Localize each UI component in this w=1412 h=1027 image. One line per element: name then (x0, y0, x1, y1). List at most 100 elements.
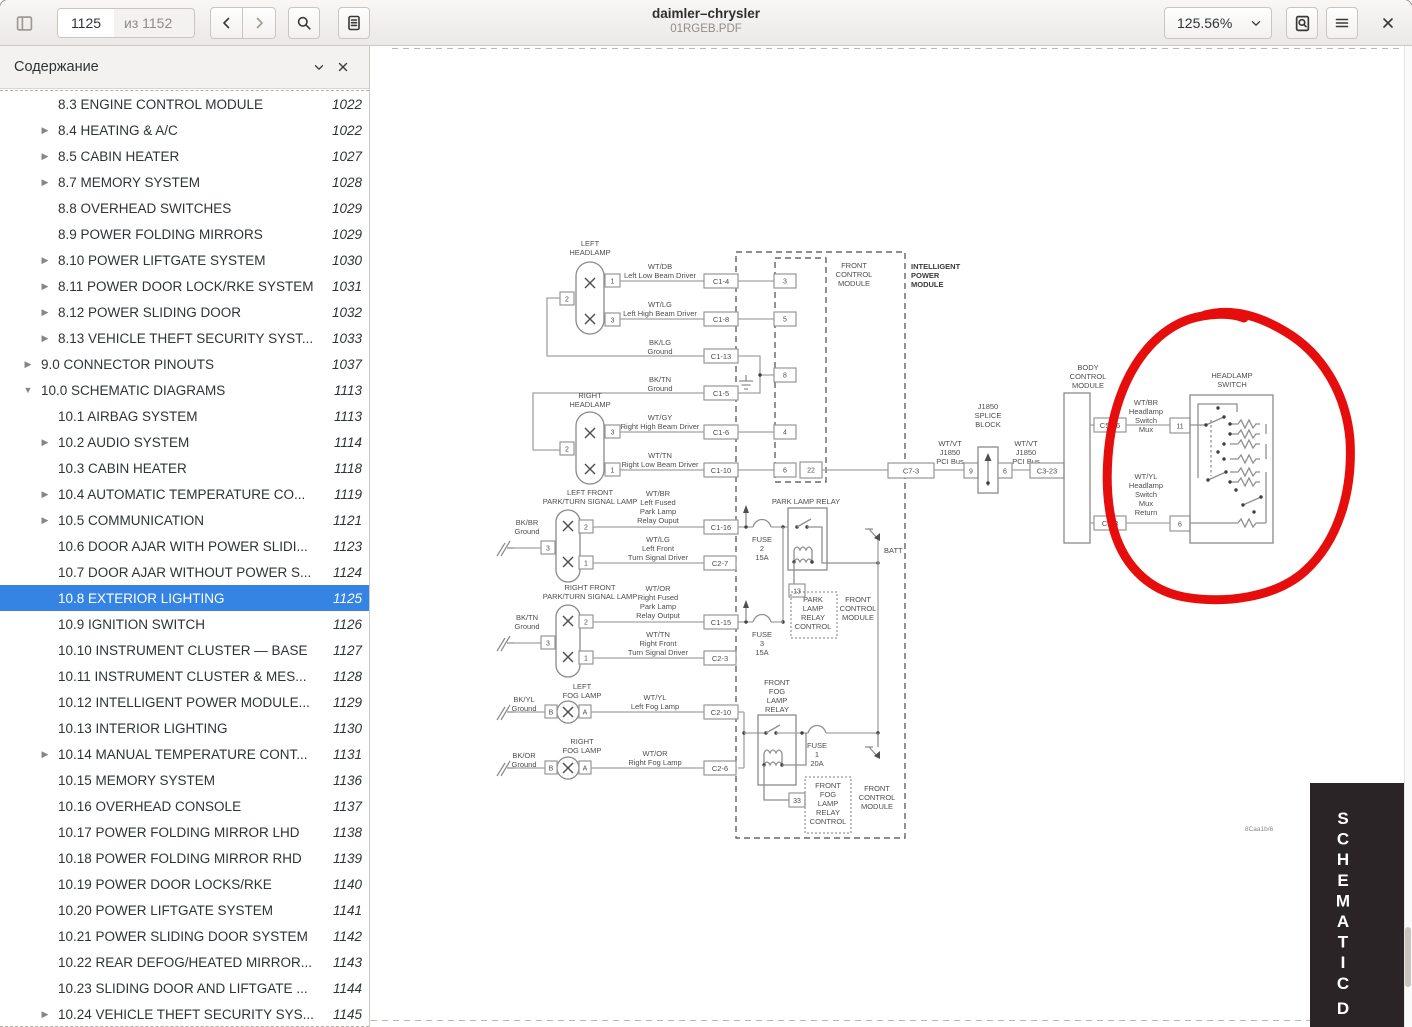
expander-icon[interactable]: ▶ (38, 489, 52, 500)
toc-item[interactable]: 10.20 POWER LIFTGATE SYSTEM 1141 (0, 897, 369, 923)
expander-icon[interactable]: ▶ (38, 437, 52, 448)
lamp-label: RIGHT FRONT PARK/TURN SIGNAL LAMP (543, 583, 638, 601)
expander-icon[interactable]: ▶ (38, 307, 52, 318)
next-page-button[interactable] (243, 7, 276, 39)
toc-item[interactable]: 10.1 AIRBAG SYSTEM 1113 (0, 403, 369, 429)
expander-icon[interactable]: ▶ (38, 151, 52, 162)
toc-item[interactable]: 10.7 DOOR AJAR WITHOUT POWER S... 1124 (0, 559, 369, 585)
sidebar-toggle-button[interactable] (8, 7, 40, 39)
toc-item-page: 1142 (332, 928, 362, 944)
vertical-scrollbar[interactable] (1404, 46, 1412, 1027)
wire-label: WT/BR Headlamp Switch Mux (1129, 398, 1163, 434)
zoom-level-dropdown[interactable]: 125.56% (1164, 7, 1272, 39)
toc-item[interactable]: 10.17 POWER FOLDING MIRROR LHD 1138 (0, 819, 369, 845)
wire-label: WT/BR Left Fused Park Lamp Relay Ouput (637, 489, 680, 525)
toc-item[interactable]: 8.9 POWER FOLDING MIRRORS 1029 (0, 221, 369, 247)
toc-item-page: 1033 (331, 330, 362, 346)
toc-item[interactable]: 10.16 OVERHEAD CONSOLE 1137 (0, 793, 369, 819)
wire-label: WT/GY Right High Beam Driver (621, 413, 700, 431)
expander-icon[interactable]: ▶ (38, 177, 52, 188)
toc-item-label: 10.5 COMMUNICATION (58, 512, 205, 528)
toc-item[interactable]: 10.23 SLIDING DOOR AND LIFTGATE ... 1144 (0, 975, 369, 1001)
left-headlamp-label: LEFT HEADLAMP (569, 239, 610, 257)
toc-item[interactable]: 10.3 CABIN HEATER 1118 (0, 455, 369, 481)
toc-item[interactable]: 10.18 POWER FOLDING MIRROR RHD 1139 (0, 845, 369, 871)
toc-item[interactable]: ▶ 10.2 AUDIO SYSTEM 1114 (0, 429, 369, 455)
outline-button[interactable] (338, 7, 370, 39)
toc-item-page: 1114 (333, 434, 362, 450)
side-pane-icon (16, 15, 32, 31)
toc-item-page: 1022 (331, 96, 362, 112)
expander-icon[interactable]: ▶ (21, 359, 35, 370)
search-button[interactable] (288, 7, 320, 39)
toc-item[interactable]: ▶ 9.0 CONNECTOR PINOUTS 1037 (0, 351, 369, 377)
toc-item-page: 1141 (332, 902, 362, 918)
toc-item[interactable]: 10.10 INSTRUMENT CLUSTER — BASE 1127 (0, 637, 369, 663)
toc-item[interactable]: ▶ 10.24 VEHICLE THEFT SECURITY SYS... 11… (0, 1001, 369, 1026)
toc-item[interactable]: ▶ 10.4 AUTOMATIC TEMPERATURE CO... 1119 (0, 481, 369, 507)
toc-item[interactable]: ▶ 8.10 POWER LIFTGATE SYSTEM 1030 (0, 247, 369, 273)
page-total-label: из 1152 (124, 15, 173, 31)
connector-label: C1-6 (713, 428, 729, 437)
pin-label: 2 (565, 297, 569, 304)
toc-item[interactable]: ▼ 10.0 SCHEMATIC DIAGRAMS 1113 (0, 377, 369, 403)
toc-item[interactable]: ▶ 8.7 MEMORY SYSTEM 1028 (0, 169, 369, 195)
toc-item[interactable]: 8.8 OVERHEAD SWITCHES 1029 (0, 195, 369, 221)
expander-icon[interactable]: ▶ (38, 1009, 52, 1020)
toc-item-page: 1127 (332, 642, 362, 658)
expander-icon[interactable]: ▶ (38, 125, 52, 136)
lamp-label: LEFT FOG LAMP (563, 682, 602, 700)
toc-item[interactable]: ▶ 8.11 POWER DOOR LOCK/RKE SYSTEM 1031 (0, 273, 369, 299)
expander-icon[interactable]: ▶ (38, 281, 52, 292)
pin-label: 3 (611, 430, 615, 437)
document-filename: 01RGEB.PDF (670, 23, 742, 35)
expander-icon[interactable]: ▼ (21, 385, 35, 395)
sidebar-close-button[interactable] (331, 55, 355, 79)
toc-item-label: 10.15 MEMORY SYSTEM (58, 772, 216, 788)
toc-item-page: 1118 (333, 460, 362, 476)
expander-icon[interactable]: ▶ (38, 255, 52, 266)
relay-control-label: FRONT FOG LAMP RELAY CONTROL (810, 781, 847, 826)
chevron-right-icon (256, 17, 263, 29)
pin-label: 6 (1178, 522, 1182, 529)
toc-item[interactable]: 8.3 ENGINE CONTROL MODULE 1022 (0, 91, 369, 117)
toc-item[interactable]: ▶ 8.4 HEATING & A/C 1022 (0, 117, 369, 143)
toc-item[interactable]: 10.9 IGNITION SWITCH 1126 (0, 611, 369, 637)
toc-item[interactable]: ▶ 8.12 POWER SLIDING DOOR 1032 (0, 299, 369, 325)
page-number-input[interactable] (58, 9, 114, 37)
right-headlamp: RIGHT HEADLAMP 3 2 1 C1-6 4 WT/GY Right Hi… (559, 391, 797, 485)
pdf-page-view[interactable]: FRONT CONTROL MODULE INTELLIGENT POWER MODUL… (371, 46, 1412, 1027)
toc-item[interactable]: 10.12 INTELLIGENT POWER MODULE... 1129 (0, 689, 369, 715)
toc-item[interactable]: ▶ 8.13 VEHICLE THEFT SECURITY SYST... 10… (0, 325, 369, 351)
toc-item[interactable]: 10.19 POWER DOOR LOCKS/RKE 1140 (0, 871, 369, 897)
toc-item-page: 1030 (331, 252, 362, 268)
toc-item[interactable]: 10.8 EXTERIOR LIGHTING 1125 (0, 585, 369, 611)
toc-item[interactable]: 10.6 DOOR AJAR WITH POWER SLIDI... 1123 (0, 533, 369, 559)
toc-item[interactable]: 10.15 MEMORY SYSTEM 1136 (0, 767, 369, 793)
menu-button[interactable] (1326, 7, 1358, 39)
toc-item[interactable]: 10.13 INTERIOR LIGHTING 1130 (0, 715, 369, 741)
toc-item[interactable]: ▶ 10.5 COMMUNICATION 1121 (0, 507, 369, 533)
expander-icon[interactable]: ▶ (38, 333, 52, 344)
expander-icon[interactable]: ▶ (38, 515, 52, 526)
expander-icon[interactable]: ▶ (38, 749, 52, 760)
chassis-ground-icon (496, 540, 514, 557)
hamburger-menu-icon (1335, 18, 1349, 28)
toc-item[interactable]: 10.22 REAR DEFOG/HEATED MIRROR... 1143 (0, 949, 369, 975)
window-close-button[interactable] (1372, 7, 1404, 39)
connector-label: C1-15 (711, 618, 731, 627)
toc-item[interactable]: 10.11 INSTRUMENT CLUSTER & MES... 1128 (0, 663, 369, 689)
sidebar-mode-dropdown[interactable] (307, 55, 331, 79)
toc-item[interactable]: ▶ 8.5 CABIN HEATER 1027 (0, 143, 369, 169)
page-properties-button[interactable] (1286, 7, 1318, 39)
previous-page-button[interactable] (210, 7, 243, 39)
scrollbar-handle[interactable] (1405, 927, 1411, 987)
toc-item[interactable]: ▶ 10.14 MANUAL TEMPERATURE CONT... 1131 (0, 741, 369, 767)
toc-item-page: 1131 (332, 746, 362, 762)
toc-item-label: 10.23 SLIDING DOOR AND LIFTGATE ... (58, 980, 308, 996)
batt-label: BATT (884, 546, 903, 555)
window-title: daimler–chrysler 01RGEB.PDF (420, 6, 992, 35)
toc-item[interactable]: 10.21 POWER SLIDING DOOR SYSTEM 1142 (0, 923, 369, 949)
fuse3-label: FUSE 3 15A (752, 630, 772, 657)
wire-label: WT/LG Left Front Turn Signal Driver (628, 535, 689, 562)
